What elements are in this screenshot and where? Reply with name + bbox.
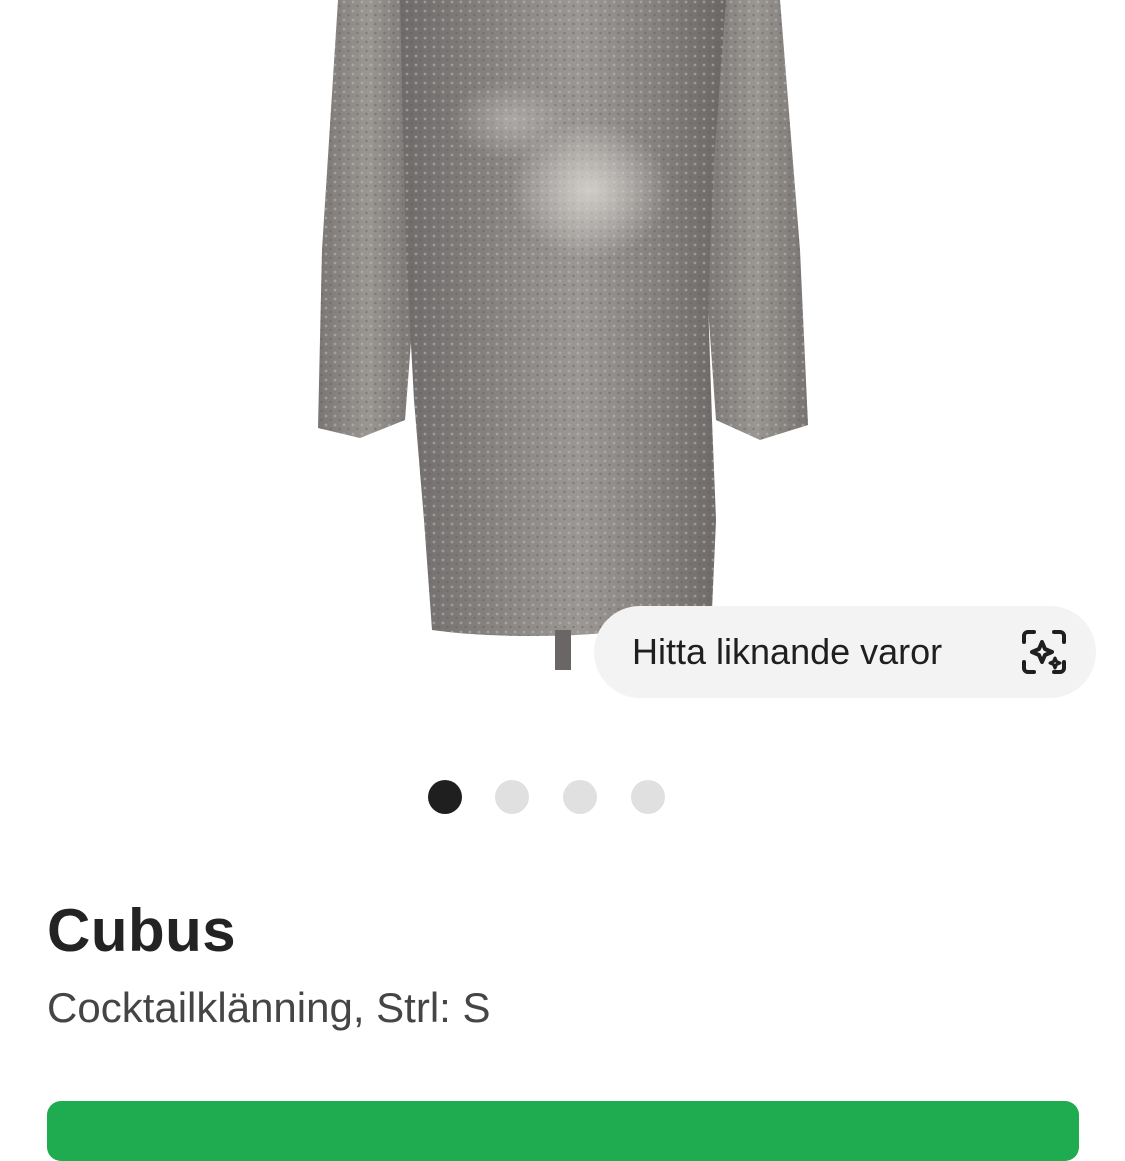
find-similar-label: Hitta liknande varor	[632, 631, 943, 672]
scan-sparkle-icon	[1022, 630, 1066, 674]
find-similar-button[interactable]: Hitta liknande varor	[594, 606, 1096, 698]
product-subtitle: Cocktailklänning, Strl: S	[47, 984, 491, 1031]
pagination-dot-3[interactable]	[563, 780, 597, 814]
product-brand: Cubus	[47, 897, 237, 964]
primary-action-button[interactable]	[47, 1101, 1079, 1161]
pagination-dot-1[interactable]	[428, 780, 462, 814]
pagination-dot-2[interactable]	[495, 780, 529, 814]
product-image-gallery[interactable]: Hitta liknande varor	[0, 0, 1125, 740]
pagination-dot-4[interactable]	[631, 780, 665, 814]
image-pagination	[0, 780, 1125, 814]
